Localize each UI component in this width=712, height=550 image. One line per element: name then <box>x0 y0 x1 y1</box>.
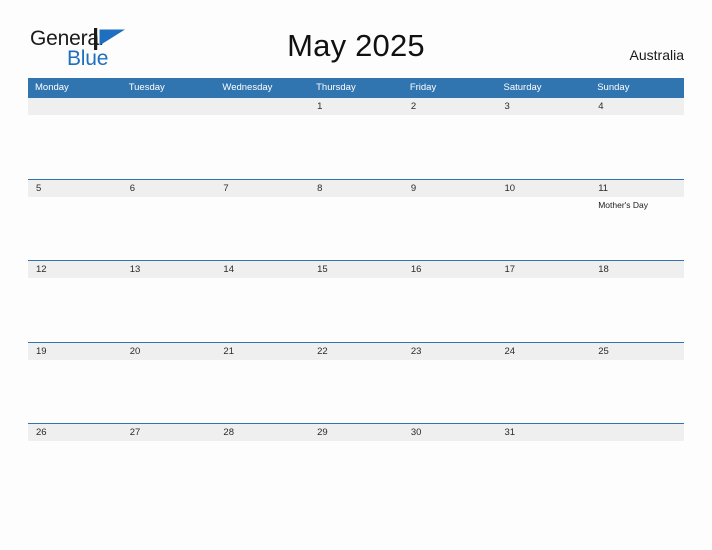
day-cell[interactable] <box>403 278 497 342</box>
weekday-header-saturday: Saturday <box>503 82 542 93</box>
week-date-band: 1 2 3 4 <box>28 98 684 115</box>
day-cell[interactable] <box>403 115 497 179</box>
day-cell[interactable] <box>590 115 684 179</box>
week-event-band: Mother's Day <box>28 197 684 261</box>
weekday-header-thursday: Thursday <box>316 82 356 93</box>
day-cell[interactable] <box>215 278 309 342</box>
day-number[interactable]: 23 <box>403 343 497 360</box>
day-number[interactable]: 7 <box>215 180 309 197</box>
day-cell[interactable] <box>122 278 216 342</box>
day-cell[interactable] <box>497 360 591 424</box>
day-cell[interactable] <box>309 278 403 342</box>
day-cell[interactable] <box>403 441 497 505</box>
week-row: 12 13 14 15 16 17 18 <box>28 260 684 342</box>
day-number[interactable]: 4 <box>590 98 684 115</box>
day-cell[interactable] <box>28 360 122 424</box>
week-row: 19 20 21 22 23 24 25 <box>28 341 684 424</box>
day-number[interactable]: 27 <box>122 424 216 441</box>
day-number[interactable]: 3 <box>497 98 591 115</box>
day-number[interactable]: 20 <box>122 343 216 360</box>
calendar-page: General Blue May 2025 Australia Monday T… <box>0 0 712 550</box>
day-cell[interactable] <box>590 441 684 505</box>
day-cell[interactable] <box>28 278 122 342</box>
calendar-grid: Monday Tuesday Wednesday Thursday Friday… <box>28 78 684 505</box>
day-cell[interactable] <box>215 360 309 424</box>
day-number[interactable] <box>28 98 122 115</box>
day-cell[interactable] <box>28 441 122 505</box>
day-number[interactable]: 17 <box>497 261 591 278</box>
day-cell[interactable] <box>215 197 309 261</box>
day-number[interactable]: 8 <box>309 180 403 197</box>
day-number[interactable]: 19 <box>28 343 122 360</box>
day-cell[interactable] <box>309 360 403 424</box>
day-cell[interactable] <box>122 360 216 424</box>
day-number[interactable]: 13 <box>122 261 216 278</box>
day-number[interactable]: 31 <box>497 424 591 441</box>
day-number[interactable]: 21 <box>215 343 309 360</box>
week-event-band <box>28 441 684 505</box>
week-event-band <box>28 115 684 179</box>
week-row: 1 2 3 4 <box>28 97 684 179</box>
day-cell[interactable] <box>309 441 403 505</box>
weekday-header-row: Monday Tuesday Wednesday Thursday Friday… <box>28 78 684 97</box>
weekday-header-tuesday: Tuesday <box>128 82 165 93</box>
day-cell[interactable] <box>497 115 591 179</box>
day-cell[interactable] <box>122 115 216 179</box>
day-number[interactable]: 25 <box>590 343 684 360</box>
page-header: General Blue May 2025 Australia <box>0 0 712 78</box>
day-number[interactable]: 18 <box>590 261 684 278</box>
day-cell[interactable] <box>122 197 216 261</box>
day-number[interactable] <box>215 98 309 115</box>
day-cell[interactable] <box>28 115 122 179</box>
day-number[interactable]: 5 <box>28 180 122 197</box>
day-number[interactable]: 26 <box>28 424 122 441</box>
day-number[interactable]: 11 <box>590 180 684 197</box>
week-row: 5 6 7 8 9 10 11 Mother's Day <box>28 178 684 261</box>
day-cell[interactable] <box>403 360 497 424</box>
week-date-band: 5 6 7 8 9 10 11 <box>28 179 684 197</box>
day-number[interactable] <box>122 98 216 115</box>
day-cell[interactable] <box>497 278 591 342</box>
day-cell[interactable]: Mother's Day <box>590 197 684 261</box>
day-number[interactable]: 1 <box>309 98 403 115</box>
day-event: Mother's Day <box>598 199 649 210</box>
day-number[interactable]: 22 <box>309 343 403 360</box>
week-row: 26 27 28 29 30 31 <box>28 423 684 505</box>
day-cell[interactable] <box>215 115 309 179</box>
day-cell[interactable] <box>497 441 591 505</box>
day-number[interactable]: 24 <box>497 343 591 360</box>
week-event-band <box>28 360 684 424</box>
page-title: May 2025 <box>287 28 425 63</box>
weekday-header-monday: Monday <box>35 82 69 93</box>
day-number[interactable]: 10 <box>497 180 591 197</box>
day-number[interactable]: 15 <box>309 261 403 278</box>
day-cell[interactable] <box>122 441 216 505</box>
day-cell[interactable] <box>403 197 497 261</box>
week-date-band: 12 13 14 15 16 17 18 <box>28 261 684 278</box>
day-cell[interactable] <box>590 278 684 342</box>
day-number[interactable]: 6 <box>122 180 216 197</box>
day-cell[interactable] <box>590 360 684 424</box>
day-cell[interactable] <box>215 441 309 505</box>
day-cell[interactable] <box>309 197 403 261</box>
weekday-header-sunday: Sunday <box>597 82 630 93</box>
country-label: Australia <box>629 47 684 63</box>
week-date-band: 26 27 28 29 30 31 <box>28 424 684 441</box>
day-number[interactable] <box>590 424 684 441</box>
day-cell[interactable] <box>28 197 122 261</box>
day-number[interactable]: 16 <box>403 261 497 278</box>
week-date-band: 19 20 21 22 23 24 25 <box>28 342 684 360</box>
day-number[interactable]: 29 <box>309 424 403 441</box>
day-number[interactable]: 28 <box>215 424 309 441</box>
day-number[interactable]: 14 <box>215 261 309 278</box>
week-event-band <box>28 278 684 342</box>
day-number[interactable]: 12 <box>28 261 122 278</box>
weekday-header-friday: Friday <box>409 82 437 93</box>
day-number[interactable]: 30 <box>403 424 497 441</box>
day-cell[interactable] <box>497 197 591 261</box>
day-cell[interactable] <box>309 115 403 179</box>
day-number[interactable]: 9 <box>403 180 497 197</box>
day-number[interactable]: 2 <box>403 98 497 115</box>
weekday-header-wednesday: Wednesday <box>222 82 273 93</box>
